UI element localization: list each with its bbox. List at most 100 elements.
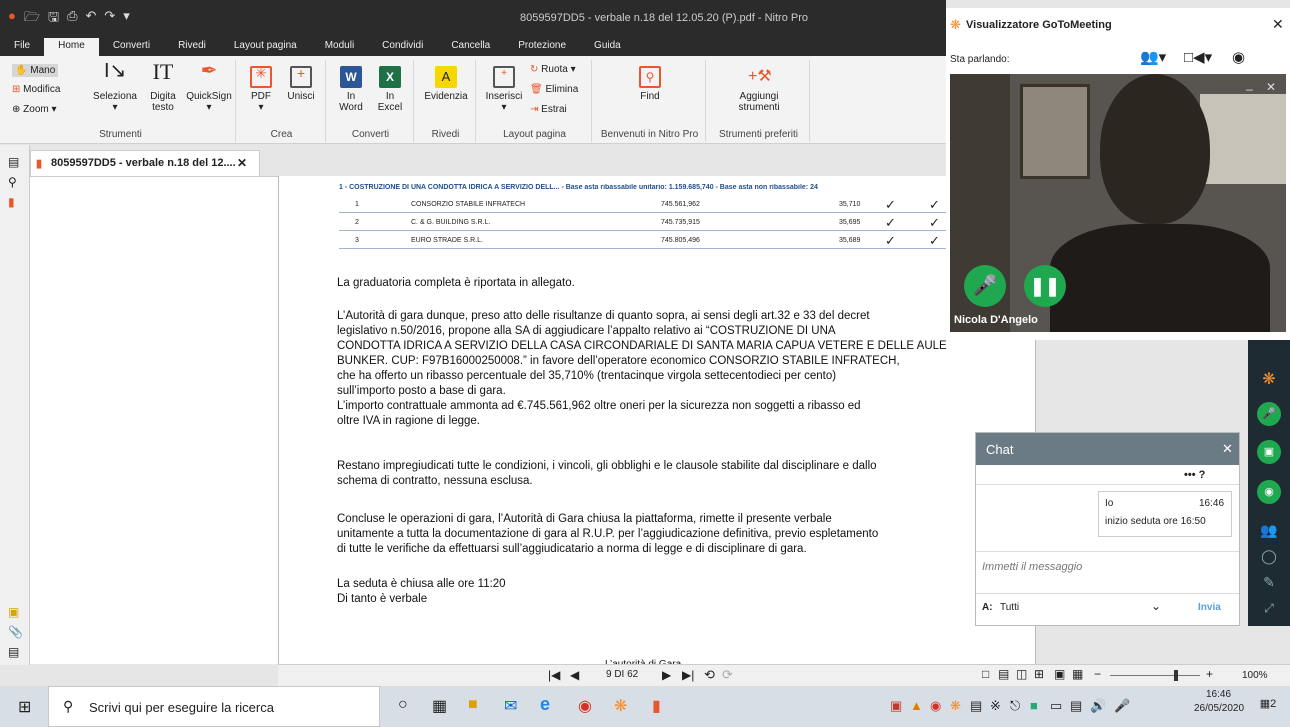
redo-icon[interactable]: ↷ — [104, 8, 115, 30]
back-view-icon[interactable]: ⟲ — [704, 667, 715, 683]
participant-view-icon[interactable]: 👥▾ — [1140, 48, 1166, 66]
first-page-icon[interactable]: |◀ — [548, 668, 560, 682]
zoom-out-icon[interactable]: − — [1094, 667, 1101, 681]
search-panel-icon[interactable]: ⚲ — [8, 175, 17, 189]
tab-layout-pagina[interactable]: Layout pagina — [220, 38, 311, 56]
chat-bubble-icon[interactable]: ◯ — [1257, 544, 1281, 568]
attendees-icon[interactable]: 👥 — [1257, 518, 1281, 542]
page-indicator[interactable]: 9 DI 62 — [606, 669, 638, 680]
bookmarks-panel-icon[interactable]: ▮ — [8, 195, 15, 209]
tab-condividi[interactable]: Condividi — [368, 38, 437, 56]
zoom-in-icon[interactable]: + — [1206, 667, 1213, 681]
find-button[interactable]: ⚲ Find — [630, 66, 670, 102]
chevron-down-icon[interactable]: ⌄ — [1151, 599, 1161, 613]
microphone-button[interactable]: 🎤 — [964, 265, 1006, 307]
tab-moduli[interactable]: Moduli — [311, 38, 368, 56]
windows-start-icon[interactable]: ⊞ — [18, 697, 31, 717]
forward-view-icon[interactable]: ⟳ — [722, 667, 733, 683]
cortana-icon[interactable]: ○ — [398, 696, 408, 714]
layers-panel-icon[interactable]: ▤ — [8, 645, 19, 659]
clock-time[interactable]: 16:46 — [1206, 689, 1231, 700]
tab-rivedi[interactable]: Rivedi — [164, 38, 220, 56]
continuous-view-icon[interactable]: ▤ — [998, 667, 1009, 681]
chrome-icon[interactable]: ◉ — [578, 696, 592, 716]
microphone-icon[interactable]: 🎤 — [1257, 402, 1281, 426]
zoom-slider-thumb[interactable] — [1174, 670, 1178, 681]
tab-home[interactable]: Home — [44, 38, 99, 56]
pdf-button[interactable]: ✳ PDF ▾ — [246, 66, 276, 113]
facing-view-icon[interactable]: ◫ — [1016, 667, 1027, 681]
tray-wifi-icon[interactable]: ▤ — [1070, 698, 1082, 714]
chat-close-icon[interactable]: ✕ — [1222, 441, 1233, 457]
tab-protezione[interactable]: Protezione — [504, 38, 580, 56]
document-tab[interactable]: ▮ 8059597DD5 - verbale n.18 del 12.... ✕ — [30, 150, 260, 176]
evidenzia-button[interactable]: A Evidenzia — [420, 66, 472, 102]
drawing-tools-icon[interactable]: ✎ — [1257, 570, 1281, 594]
in-excel-button[interactable]: X In Excel — [372, 66, 408, 113]
prev-page-icon[interactable]: ◀ — [570, 668, 579, 682]
notification-center-icon[interactable]: ▦2 — [1258, 697, 1278, 715]
camera-icon[interactable]: □◀▾ — [1184, 48, 1212, 66]
undo-icon[interactable]: ↶ — [85, 8, 96, 30]
seleziona-button[interactable]: I↘ Seleziona ▾ — [90, 61, 140, 113]
taskbar-search[interactable]: ⚲ Scrivi qui per eseguire la ricerca — [48, 686, 380, 727]
send-button[interactable]: Invia — [1198, 602, 1221, 613]
digita-testo-button[interactable]: IT Digita testo — [144, 61, 182, 114]
in-word-button[interactable]: W In Word — [334, 66, 368, 113]
tab-guida[interactable]: Guida — [580, 38, 635, 56]
webcam-icon[interactable]: ◉ — [1257, 480, 1281, 504]
mano-button[interactable]: ✋ Mano — [12, 64, 59, 77]
tray-warning-icon[interactable]: ▲ — [910, 698, 923, 713]
quicksign-button[interactable]: ✒ QuickSign ▾ — [184, 61, 234, 113]
tray-security-icon[interactable]: ■ — [1030, 698, 1038, 713]
tab-converti[interactable]: Converti — [99, 38, 164, 56]
print-icon[interactable]: ⎙ — [67, 8, 77, 30]
chat-input[interactable]: Immetti il messaggio — [982, 561, 1082, 573]
last-page-icon[interactable]: ▶| — [682, 668, 694, 682]
comments-panel-icon[interactable]: ▣ — [8, 605, 19, 619]
pause-button[interactable]: ❚❚ — [1024, 265, 1066, 307]
close-icon[interactable]: ✕ — [1272, 16, 1284, 33]
chat-more-options[interactable]: ••• ? — [1184, 469, 1205, 481]
estrai-button[interactable]: ⇥ Estrai — [530, 104, 567, 115]
task-view-icon[interactable]: ▦ — [432, 696, 447, 716]
edge-icon[interactable]: e — [540, 694, 550, 715]
close-tab-icon[interactable]: ✕ — [237, 156, 247, 170]
unisci-button[interactable]: + Unisci — [284, 66, 318, 102]
modifica-button[interactable]: ⊞ Modifica — [12, 84, 60, 95]
save-icon[interactable]: 🖫 — [48, 8, 59, 30]
inserisci-button[interactable]: + Inserisci ▾ — [482, 66, 526, 113]
close-video-icon[interactable]: ✕ — [1266, 80, 1276, 94]
clock-date[interactable]: 26/05/2020 — [1194, 703, 1244, 714]
ruota-button[interactable]: ↻ Ruota ▾ — [530, 64, 576, 75]
gotomeeting-taskbar-icon[interactable]: ❋ — [614, 696, 627, 716]
tray-bluetooth-icon[interactable]: ※ — [990, 698, 1001, 714]
gotomeeting-menu-icon[interactable]: ❋ — [1257, 368, 1281, 392]
expand-icon[interactable]: ⤢ — [1257, 596, 1281, 620]
tab-cancella[interactable]: Cancella — [437, 38, 504, 56]
tray-battery-icon[interactable]: ▭ — [1050, 698, 1062, 714]
tray-mic-icon[interactable]: 🎤 — [1114, 698, 1130, 714]
next-page-icon[interactable]: ▶ — [662, 668, 671, 682]
aggiungi-strumenti-button[interactable]: +⚒ Aggiungi strumenti — [724, 66, 794, 113]
tab-file[interactable]: File — [0, 38, 45, 56]
zoom-slider[interactable] — [1110, 675, 1200, 676]
continuous-facing-view-icon[interactable]: ⊞ — [1034, 667, 1044, 681]
tray-network-icon[interactable]: ▤ — [970, 698, 982, 714]
recipient-select[interactable]: Tutti — [1000, 602, 1019, 613]
elimina-button[interactable]: 🗑 Elimina — [530, 84, 578, 95]
minimize-video-icon[interactable]: – — [1246, 82, 1253, 96]
file-explorer-icon[interactable]: ■ — [468, 696, 478, 714]
attachments-panel-icon[interactable]: 📎 — [8, 625, 23, 639]
pages-panel-icon[interactable]: ▤ — [8, 155, 19, 169]
fullscreen-icon[interactable]: ▦ — [1072, 667, 1083, 681]
screen-share-icon[interactable]: ▣ — [1257, 440, 1281, 464]
open-folder-icon[interactable]: 🗁 — [24, 8, 40, 30]
customize-icon[interactable]: ▾ — [123, 8, 130, 30]
snapshot-icon[interactable]: ◉ — [1232, 48, 1245, 66]
tray-filezilla-icon[interactable]: ▣ — [890, 698, 902, 714]
tray-volume-icon[interactable]: 🔊 — [1090, 698, 1106, 714]
nitro-taskbar-icon[interactable]: ▮ — [652, 696, 661, 716]
tray-usb-icon[interactable]: ⎋ — [1010, 698, 1020, 714]
mail-icon[interactable]: ✉ — [504, 696, 517, 716]
